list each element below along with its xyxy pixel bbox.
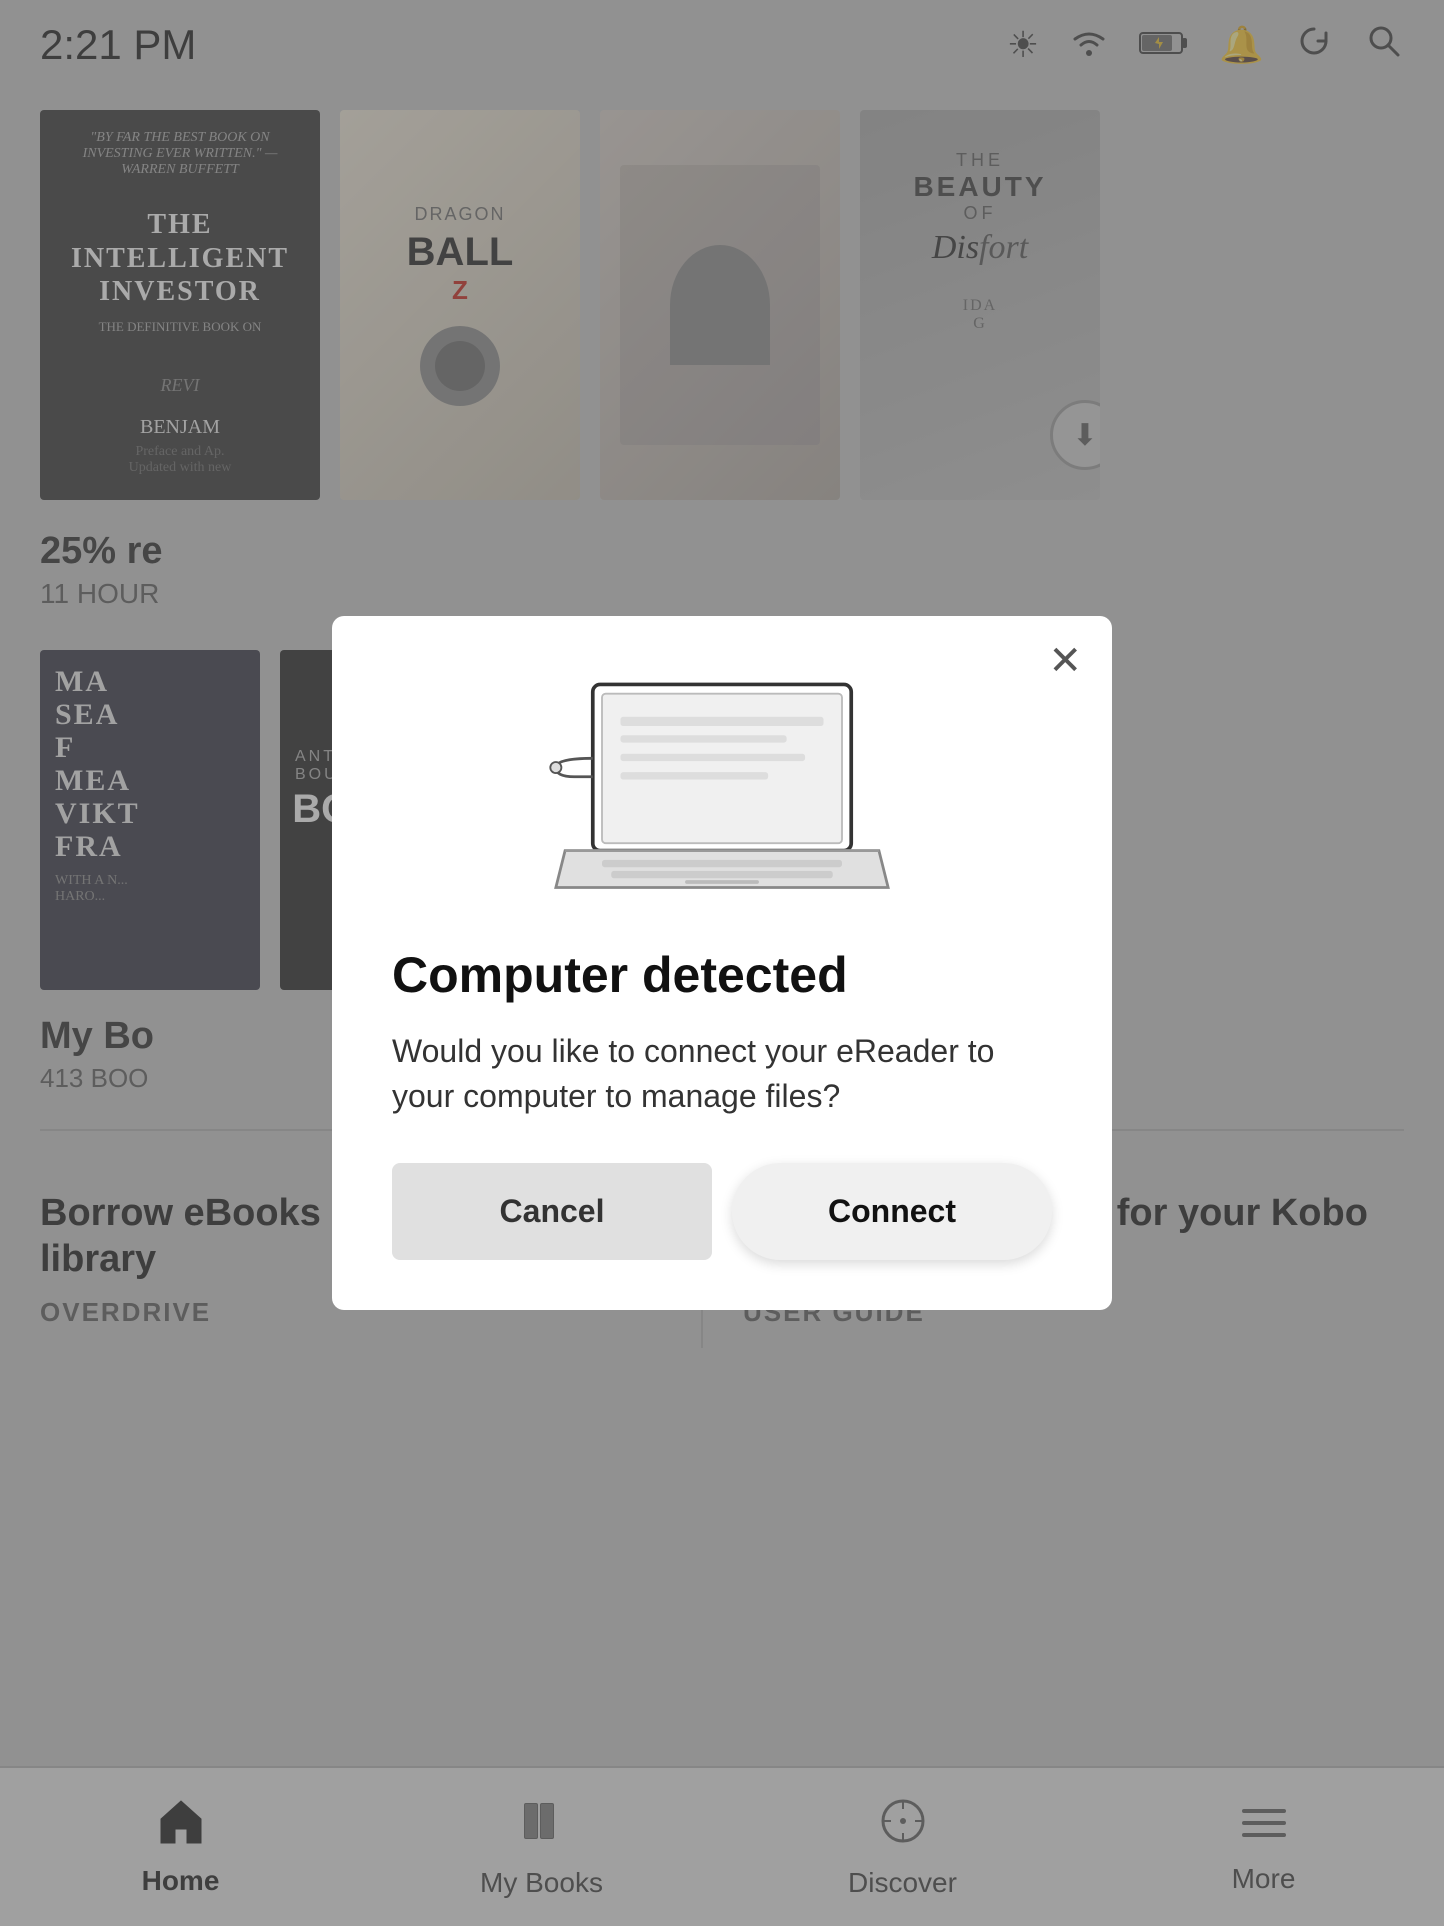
modal-close-button[interactable]: ✕: [1048, 641, 1082, 681]
modal-overlay: ✕: [0, 0, 1444, 1926]
modal-body: Would you like to connect your eReader t…: [392, 1029, 1052, 1119]
laptop-illustration: [392, 666, 1052, 906]
connect-button[interactable]: Connect: [732, 1163, 1052, 1260]
cancel-button[interactable]: Cancel: [392, 1163, 712, 1260]
computer-detected-modal: ✕: [332, 616, 1112, 1311]
modal-title: Computer detected: [392, 946, 1052, 1004]
modal-actions: Cancel Connect: [392, 1163, 1052, 1260]
